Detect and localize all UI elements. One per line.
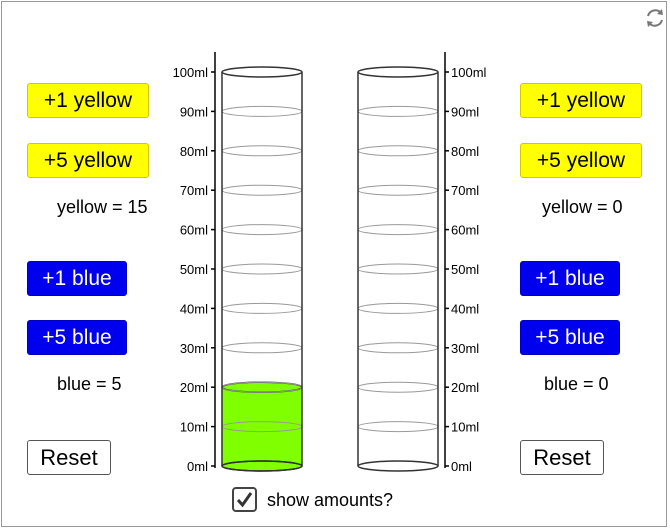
- right-scale-label: 40ml: [451, 301, 479, 316]
- left-graduation: [221, 342, 303, 354]
- right-scale-label: 0ml: [451, 459, 472, 474]
- show-amounts-label: show amounts?: [267, 490, 394, 510]
- right-graduation: [357, 66, 439, 78]
- left-reset-button[interactable]: Reset: [27, 440, 111, 475]
- right-scale-label: 90ml: [451, 104, 479, 119]
- right-graduation: [357, 145, 439, 157]
- left-graduation: [221, 145, 303, 157]
- left-liquid: [222, 387, 302, 466]
- right-graduation: [357, 302, 439, 314]
- right-yellow-readout: yellow = 0: [542, 197, 623, 217]
- right-scale-label: 100ml: [451, 65, 487, 80]
- right-plus1-yellow-button[interactable]: +1 yellow: [520, 83, 642, 118]
- left-scale-label: 10ml: [180, 420, 208, 435]
- left-scale-label: 20ml: [180, 380, 208, 395]
- right-plus5-yellow-button[interactable]: +5 yellow: [520, 143, 642, 178]
- right-scale-label: 70ml: [451, 183, 479, 198]
- right-graduation: [357, 184, 439, 196]
- left-scale-label: 70ml: [180, 183, 208, 198]
- show-amounts-checkbox[interactable]: [232, 487, 257, 512]
- right-scale-label: 30ml: [451, 341, 479, 356]
- right-scale-label: 10ml: [451, 420, 479, 435]
- right-reset-button[interactable]: Reset: [520, 440, 604, 475]
- right-plus1-blue-button[interactable]: +1 blue: [520, 261, 620, 296]
- left-graduation: [221, 263, 303, 275]
- left-plus5-yellow-button[interactable]: +5 yellow: [27, 143, 149, 178]
- left-plus1-yellow-button[interactable]: +1 yellow: [27, 83, 149, 118]
- right-graduation: [357, 421, 439, 433]
- left-scale-label: 30ml: [180, 341, 208, 356]
- left-graduation: [221, 66, 303, 78]
- left-scale-label: 60ml: [180, 223, 208, 238]
- left-graduation: [221, 302, 303, 314]
- left-scale-label: 90ml: [180, 104, 208, 119]
- right-graduation: [357, 381, 439, 393]
- left-blue-readout: blue = 5: [57, 374, 122, 394]
- right-scale-label: 20ml: [451, 380, 479, 395]
- right-plus5-blue-button[interactable]: +5 blue: [520, 320, 620, 355]
- left-scale-label: 50ml: [180, 262, 208, 277]
- left-graduation: [221, 105, 303, 117]
- left-yellow-readout: yellow = 15: [57, 197, 148, 217]
- right-scale-label: 60ml: [451, 223, 479, 238]
- right-graduation: [357, 342, 439, 354]
- left-graduation: [221, 224, 303, 236]
- left-plus1-blue-button[interactable]: +1 blue: [27, 261, 127, 296]
- left-scale-label: 100ml: [173, 65, 209, 80]
- left-scale-label: 40ml: [180, 301, 208, 316]
- right-graduation: [357, 224, 439, 236]
- right-scale-label: 80ml: [451, 144, 479, 159]
- left-scale-label: 80ml: [180, 144, 208, 159]
- left-plus5-blue-button[interactable]: +5 blue: [27, 320, 127, 355]
- right-scale-label: 50ml: [451, 262, 479, 277]
- left-graduation: [221, 184, 303, 196]
- right-graduation: [357, 460, 439, 472]
- right-graduation: [357, 105, 439, 117]
- checkmark-icon: [236, 492, 253, 508]
- right-blue-readout: blue = 0: [544, 374, 609, 394]
- left-scale-label: 0ml: [187, 459, 208, 474]
- right-graduation: [357, 263, 439, 275]
